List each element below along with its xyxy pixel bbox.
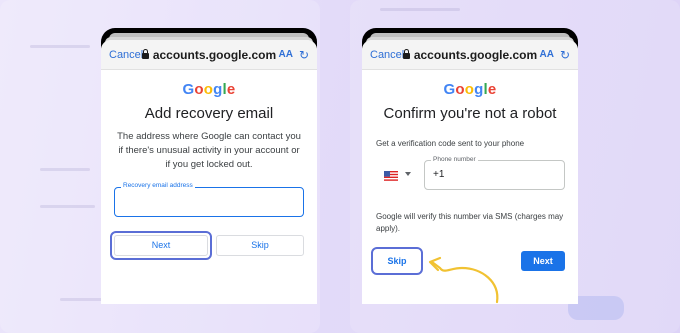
reload-icon[interactable]: ↻ [299, 48, 309, 62]
cancel-button[interactable]: Cancel [109, 49, 143, 61]
sms-note: Google will verify this number via SMS (… [376, 212, 564, 233]
page-title: Confirm you're not a robot [383, 105, 557, 122]
us-flag-icon [384, 171, 398, 181]
reload-icon[interactable]: ↻ [560, 48, 570, 62]
phone-number-label: Phone number [431, 156, 478, 163]
url-text: accounts.google.com [413, 47, 538, 62]
background-line [380, 8, 460, 11]
page-title: Add recovery email [144, 105, 274, 122]
next-button[interactable]: Next [521, 251, 565, 271]
google-logo: Google [443, 81, 497, 98]
phone-number-value: +1 [433, 169, 445, 180]
text-size-icon[interactable]: AA [540, 49, 554, 60]
phone-number-field[interactable]: Phone number +1 [424, 156, 565, 190]
background-line [30, 45, 90, 48]
text-size-icon[interactable]: AA [279, 49, 293, 60]
right-phone-screen: Cancel accounts.google.com AA ↻ Google C… [362, 40, 578, 304]
cancel-button[interactable]: Cancel [370, 49, 404, 61]
skip-button[interactable]: Skip [216, 235, 304, 256]
browser-url-bar: Cancel accounts.google.com AA ↻ [101, 40, 317, 70]
left-phone-frame: Cancel accounts.google.com AA ↻ Google A… [101, 28, 317, 304]
browser-url-bar: Cancel accounts.google.com AA ↻ [362, 40, 578, 70]
recovery-email-field[interactable]: Recovery email address [114, 182, 304, 217]
right-phone-frame: Cancel accounts.google.com AA ↻ Google C… [362, 28, 578, 304]
skip-button[interactable]: Skip [375, 251, 419, 271]
google-logo: Google [182, 81, 236, 98]
url-text: accounts.google.com [152, 47, 277, 62]
verification-prompt: Get a verification code sent to your pho… [376, 139, 525, 148]
background-line [40, 168, 90, 171]
country-selector[interactable] [380, 164, 420, 188]
next-button[interactable]: Next [114, 235, 208, 256]
recovery-email-label: Recovery email address [121, 182, 195, 189]
chevron-down-icon [405, 172, 411, 176]
left-phone-screen: Cancel accounts.google.com AA ↻ Google A… [101, 40, 317, 304]
page-description: The address where Google can contact you… [117, 131, 301, 170]
background-line [40, 205, 95, 208]
